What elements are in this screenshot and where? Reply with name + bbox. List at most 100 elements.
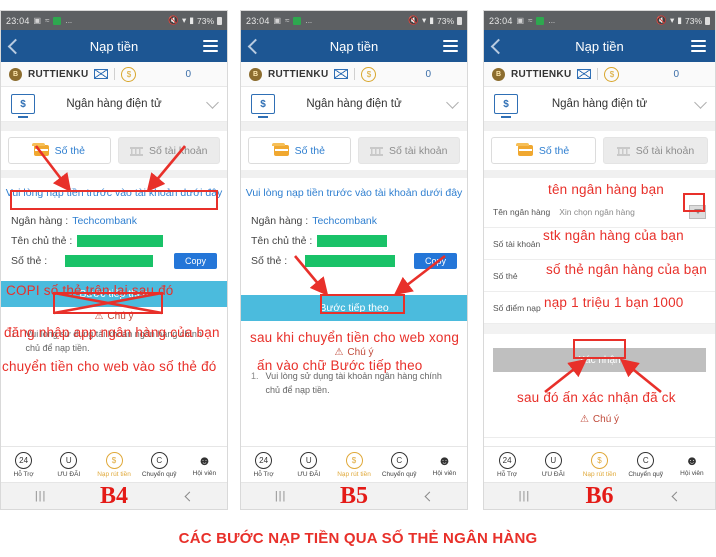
mail-icon[interactable] [334, 69, 349, 79]
chevron-down-icon[interactable] [689, 204, 706, 219]
battery-percent: 73% [196, 15, 214, 26]
step-label-b5: B5 [339, 483, 369, 509]
signal-icon: ▮ [429, 15, 434, 25]
avatar: B [492, 67, 505, 81]
card-number-label: Số thẻ : [11, 254, 48, 267]
copy-button[interactable]: Copy [173, 252, 217, 269]
nav-label: Hỗ Trợ [497, 471, 518, 478]
card-holder-redacted-value [77, 234, 164, 247]
nav-item-nap-rut-tien[interactable]: $ Nạp rút tiền [576, 452, 622, 478]
method-tabs: Số thẻ Số tài khoản [1, 131, 227, 170]
recents-icon[interactable]: ||| [35, 490, 47, 502]
status-time: 23:04 [489, 15, 513, 26]
recents-icon[interactable]: ||| [275, 490, 287, 502]
attention-row: ⚠ Chú ý [484, 376, 715, 429]
account-balance: 0 [425, 68, 431, 80]
bank-select-row[interactable]: $ Ngân hàng điện tử [484, 87, 715, 122]
divider [354, 68, 356, 80]
mail-icon[interactable] [577, 69, 592, 79]
status-right-cluster: 🔇 ▾ ▮ 73% [408, 15, 462, 26]
android-system-bar: ||| B5 [241, 482, 467, 509]
nav-item-nap-rut-tien[interactable]: $ Nạp rút tiền [91, 452, 136, 478]
more-dots-icon: ... [65, 16, 73, 25]
hamburger-icon[interactable] [691, 40, 706, 52]
mute-icon: 🔇 [408, 15, 420, 25]
nav-label: Nạp rút tiền [337, 471, 371, 478]
bottom-nav: 24 Hỗ Trợ U ƯU ĐÃI $ Nạp rút tiền C Chuy… [1, 446, 227, 483]
tab-so-the[interactable]: Số thẻ [248, 137, 351, 164]
chevron-left-icon[interactable] [490, 38, 507, 54]
nav-item-chuyen-quy[interactable]: C Chuyển quỹ [623, 452, 669, 478]
back-chevron-icon[interactable] [184, 491, 195, 501]
tab-so-tai-khoan-label: Số tài khoản [635, 144, 695, 157]
form-label: Số thẻ [493, 270, 518, 281]
nav-item-hoi-vien[interactable]: ☻ Hội viên [422, 453, 467, 477]
coin-icon: $ [604, 66, 620, 82]
form-row-ten-ngan-hang[interactable]: Tên ngân hàng Xin chọn ngân hàng [484, 196, 715, 228]
nav-item-uu-dai[interactable]: U ƯU ĐÃI [286, 452, 331, 478]
tab-so-the-label: Số thẻ [294, 144, 325, 157]
nav-label: Hội viên [432, 470, 457, 477]
bank-name-value: Techcombank [312, 214, 378, 227]
nav-item-uu-dai[interactable]: U ƯU ĐÃI [530, 452, 576, 478]
bank-info-block: Ngân hàng : Techcombank Tên chủ thẻ : Số… [1, 208, 227, 281]
bank-name-row: Ngân hàng : Techcombank [251, 213, 457, 228]
account-bar: B RUTTIENKU $ 0 [241, 62, 467, 87]
form-row-so-diem-nap[interactable]: Số điểm nạp [484, 292, 715, 324]
nav-item-hoi-vien[interactable]: ☻ Hội viên [669, 453, 715, 477]
card-number-row: Số thẻ : Copy [251, 252, 457, 269]
hamburger-icon[interactable] [443, 40, 458, 52]
confirm-button[interactable]: Xác nhận [493, 348, 706, 372]
phone-panel-b4: 23:04 ▣ ≈ ... 🔇 ▾ ▮ 73% Nạp tiền B RUTTI… [0, 10, 228, 510]
note-text: Vui lòng sử dụng tài khoản ngân hàng chí… [265, 371, 442, 395]
recents-icon[interactable]: ||| [519, 490, 531, 502]
back-chevron-icon[interactable] [424, 491, 435, 501]
back-chevron-icon[interactable] [671, 491, 682, 501]
tab-so-tai-khoan[interactable]: Số tài khoản [603, 137, 708, 164]
card-holder-row: Tên chủ thẻ : [11, 233, 217, 248]
next-step-button[interactable]: Bước tiếp theo [241, 295, 467, 321]
mail-icon[interactable] [94, 69, 109, 79]
nav-item-ho-tro[interactable]: 24 Hỗ Trợ [484, 452, 530, 478]
hamburger-icon[interactable] [203, 40, 218, 52]
tab-so-tai-khoan[interactable]: Số tài khoản [357, 137, 460, 164]
nav-item-chuyen-quy[interactable]: C Chuyển quỹ [137, 452, 182, 478]
screenshot-icon: ▣ [273, 16, 282, 25]
nav-label: Chuyển quỹ [141, 471, 177, 478]
form-placeholder: Xin chọn ngân hàng [559, 206, 635, 217]
warning-triangle-icon: ⚠ [579, 414, 589, 425]
nav-item-nap-rut-tien[interactable]: $ Nạp rút tiền [331, 452, 376, 478]
tab-so-the[interactable]: Số thẻ [491, 137, 596, 164]
form-row-so-the[interactable]: Số thẻ [484, 260, 715, 292]
transfer-c-icon: C [390, 452, 408, 469]
title-bar: Nạp tiền [241, 30, 467, 62]
nav-label: Hội viên [192, 470, 217, 477]
bank-select-row[interactable]: $ Ngân hàng điện tử [241, 87, 467, 122]
nav-item-ho-tro[interactable]: 24 Hỗ Trợ [241, 452, 286, 478]
nav-item-ho-tro[interactable]: 24 Hỗ Trợ [1, 452, 46, 478]
chevron-left-icon[interactable] [247, 38, 264, 54]
bottom-nav: 24 Hỗ Trợ U ƯU ĐÃI $ Nạp rút tiền C Chuy… [241, 446, 467, 483]
nav-item-hoi-vien[interactable]: ☻ Hội viên [182, 453, 227, 477]
android-system-bar: ||| B6 [484, 482, 715, 509]
battery-percent: 73% [684, 15, 702, 26]
nav-item-uu-dai[interactable]: U ƯU ĐÃI [46, 452, 91, 478]
card-holder-label: Tên chủ thẻ : [251, 234, 313, 247]
copy-button[interactable]: Copy [413, 252, 457, 269]
deposit-notice: Vui lòng nạp tiền trước vào tài khoản dư… [241, 178, 467, 208]
nav-item-chuyen-quy[interactable]: C Chuyển quỹ [377, 452, 422, 478]
section-gap-2 [1, 170, 227, 178]
tab-so-tai-khoan-label: Số tài khoản [389, 144, 448, 157]
mute-icon: 🔇 [656, 15, 668, 25]
tab-so-the[interactable]: Số thẻ [8, 137, 111, 164]
nav-label: ƯU ĐÃI [297, 471, 321, 478]
form-row-so-tai-khoan[interactable]: Số tài khoản [484, 228, 715, 260]
chevron-left-icon[interactable] [7, 38, 24, 54]
tab-so-tai-khoan[interactable]: Số tài khoản [117, 137, 220, 164]
avatar: B [9, 67, 22, 81]
bank-select-row[interactable]: $ Ngân hàng điện tử [1, 87, 227, 122]
more-dots-icon: ... [305, 16, 313, 25]
mute-icon: 🔇 [168, 15, 180, 25]
next-step-button[interactable]: Bước tiếp theo [1, 281, 227, 307]
promo-u-icon: U [544, 452, 562, 469]
